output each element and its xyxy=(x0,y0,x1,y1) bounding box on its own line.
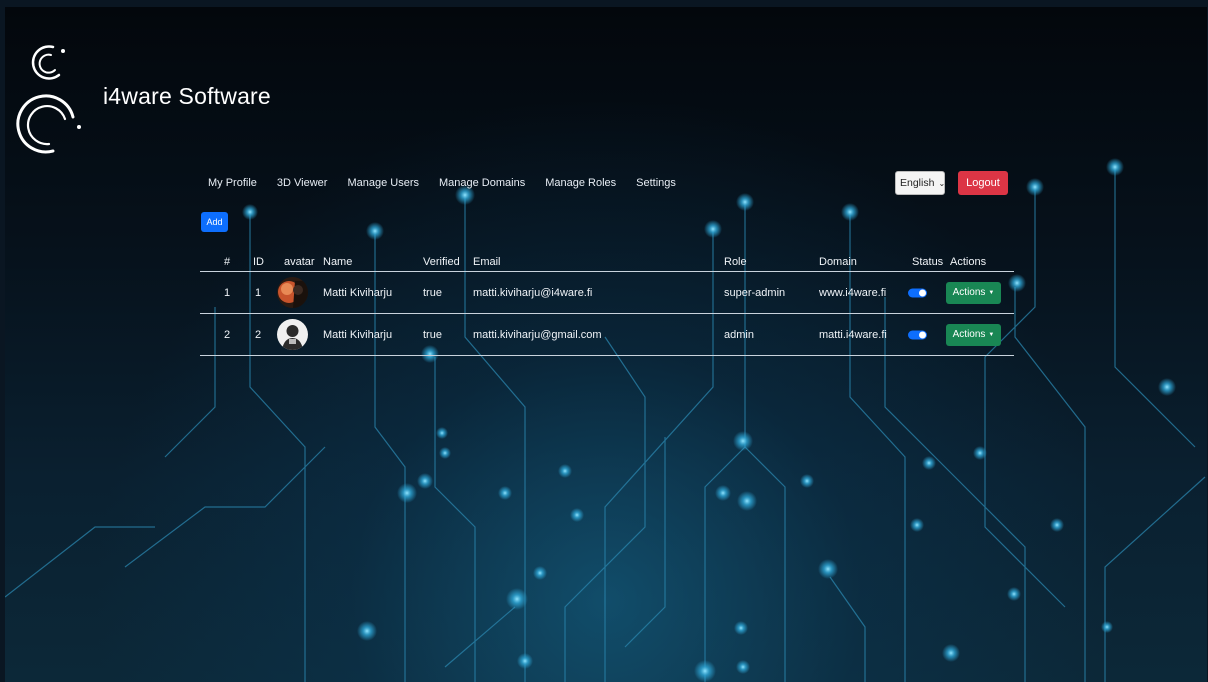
logo-icon xyxy=(16,45,81,154)
actions-label: Actions xyxy=(952,287,986,298)
chevron-down-icon: ⌄ xyxy=(938,178,946,188)
nav-item-my-profile[interactable]: My Profile xyxy=(208,177,257,189)
nav-item-settings[interactable]: Settings xyxy=(636,177,676,189)
header-name: Name xyxy=(323,256,353,268)
row-verified: true xyxy=(423,328,442,341)
row-email: matti.kiviharju@i4ware.fi xyxy=(473,286,593,299)
language-select-value: English xyxy=(900,177,935,189)
actions-label: Actions xyxy=(952,329,986,340)
row-domain: matti.i4ware.fi xyxy=(819,328,887,341)
table-header: # ID avatar Name Verified Email Role Dom… xyxy=(200,247,1014,272)
row-email: matti.kiviharju@gmail.com xyxy=(473,328,602,341)
header-email: Email xyxy=(473,256,501,268)
caret-down-icon: ▼ xyxy=(988,289,995,296)
header-avatar: avatar xyxy=(284,256,315,268)
row-domain: www.i4ware.fi xyxy=(819,286,887,299)
avatar xyxy=(277,277,308,308)
caret-down-icon: ▼ xyxy=(988,331,995,338)
row-name: Matti Kiviharju xyxy=(323,286,393,299)
header-verified: Verified xyxy=(423,256,460,268)
main-nav: My Profile 3D Viewer Manage Users Manage… xyxy=(208,177,676,189)
row-verified: true xyxy=(423,286,442,299)
header-number: # xyxy=(224,256,231,268)
row-role: admin xyxy=(724,328,754,341)
nav-item-3d-viewer[interactable]: 3D Viewer xyxy=(277,177,328,189)
row-id: 2 xyxy=(255,328,262,341)
row-id: 1 xyxy=(255,286,262,299)
header-id: ID xyxy=(253,256,264,268)
row-number: 2 xyxy=(224,328,231,341)
users-table: # ID avatar Name Verified Email Role Dom… xyxy=(200,247,1014,356)
header-domain: Domain xyxy=(819,256,857,268)
nav-item-manage-domains[interactable]: Manage Domains xyxy=(439,177,525,189)
table-row: 2 2 Matti Kiviharju true matti.kiviharju… xyxy=(200,314,1014,356)
status-toggle[interactable] xyxy=(908,288,927,297)
avatar xyxy=(277,319,308,350)
header-role: Role xyxy=(724,256,747,268)
actions-dropdown-button[interactable]: Actions ▼ xyxy=(946,281,1001,304)
header-status: Status xyxy=(912,256,944,268)
logout-button[interactable]: Logout xyxy=(958,171,1008,195)
status-toggle[interactable] xyxy=(908,330,927,339)
language-select[interactable]: English ⌄ xyxy=(895,171,945,195)
page-background: i4ware Software My Profile 3D Viewer Man… xyxy=(5,7,1207,682)
table-row: 1 1 Matti Kiviharju true matti.kiviharju… xyxy=(200,272,1014,314)
row-name: Matti Kiviharju xyxy=(323,328,393,341)
add-user-button[interactable]: Add xyxy=(201,212,228,232)
row-number: 1 xyxy=(224,286,231,299)
nav-item-manage-roles[interactable]: Manage Roles xyxy=(545,177,616,189)
row-role: super-admin xyxy=(724,286,786,299)
header-actions: Actions xyxy=(950,256,987,268)
nav-item-manage-users[interactable]: Manage Users xyxy=(347,177,419,189)
actions-dropdown-button[interactable]: Actions ▼ xyxy=(946,323,1001,346)
brand-title: i4ware Software xyxy=(103,83,271,109)
